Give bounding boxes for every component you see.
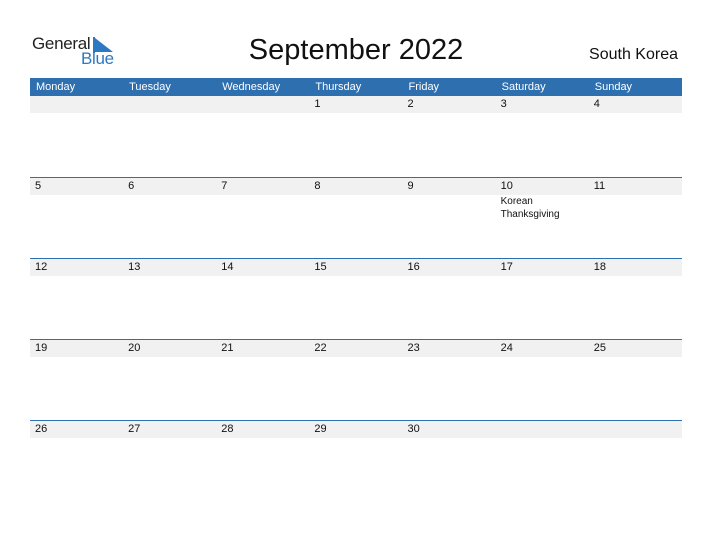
weekday-wednesday: Wednesday [222, 81, 281, 93]
date-strip: 5 6 7 8 9 10 11 [30, 178, 682, 195]
event-label: Korean Thanksgiving [500, 196, 560, 220]
event-label [216, 195, 309, 221]
date-cell: 12 [35, 261, 48, 273]
date-cell: 30 [407, 423, 420, 435]
date-cell: 10 [500, 180, 513, 192]
events-row: Korean Thanksgiving [30, 195, 682, 221]
date-cell: 23 [407, 342, 420, 354]
date-cell: 15 [314, 261, 327, 273]
date-cell: 9 [407, 180, 414, 192]
date-cell: 20 [128, 342, 141, 354]
date-cell: 27 [128, 423, 141, 435]
week-row: 12 13 14 15 16 17 18 [30, 258, 682, 339]
date-cell: 24 [500, 342, 513, 354]
weeks-container: 1 2 3 4 5 6 7 8 9 10 11 Korean Thanksgiving 12 13 14 15… [30, 96, 682, 501]
date-cell: 14 [221, 261, 234, 273]
date-cell [496, 421, 589, 438]
event-label [403, 195, 496, 221]
weekday-monday: Monday [36, 81, 76, 93]
date-cell: 22 [314, 342, 327, 354]
date-cell: 21 [221, 342, 234, 354]
date-cell: 25 [593, 342, 606, 354]
country-label: South Korea [589, 46, 678, 63]
event-label [589, 195, 682, 221]
date-cell: 29 [314, 423, 327, 435]
date-cell [30, 96, 123, 113]
weekday-friday: Friday [408, 81, 440, 93]
weekday-saturday: Saturday [501, 81, 546, 93]
date-cell: 7 [221, 180, 228, 192]
date-cell: 26 [35, 423, 48, 435]
weekday-tuesday: Tuesday [129, 81, 171, 93]
date-cell: 11 [593, 180, 606, 192]
week-row: 1 2 3 4 [30, 96, 682, 177]
date-strip: 26 27 28 29 30 [30, 421, 682, 438]
date-cell: 16 [407, 261, 420, 273]
date-strip: 1 2 3 4 [30, 96, 682, 113]
weekday-sunday: Sunday [594, 81, 633, 93]
weekday-header: Monday Tuesday Wednesday Thursday Friday… [30, 78, 682, 96]
date-cell: 2 [407, 98, 414, 110]
week-row: 5 6 7 8 9 10 11 Korean Thanksgiving [30, 177, 682, 258]
date-cell: 18 [593, 261, 606, 273]
date-strip: 12 13 14 15 16 17 18 [30, 259, 682, 276]
date-cell: 17 [500, 261, 513, 273]
date-cell [216, 96, 309, 113]
date-cell [123, 96, 216, 113]
event-label [309, 195, 402, 221]
date-cell: 8 [314, 180, 321, 192]
week-row: 19 20 21 22 23 24 25 [30, 339, 682, 420]
date-cell: 19 [35, 342, 48, 354]
weekday-thursday: Thursday [315, 81, 362, 93]
date-cell: 6 [128, 180, 135, 192]
event-label [30, 195, 123, 221]
date-cell: 3 [500, 98, 507, 110]
date-cell [589, 421, 682, 438]
date-cell: 28 [221, 423, 234, 435]
event-label [123, 195, 216, 221]
week-row: 26 27 28 29 30 [30, 420, 682, 501]
date-cell: 1 [314, 98, 321, 110]
date-cell: 5 [35, 180, 42, 192]
date-strip: 19 20 21 22 23 24 25 [30, 340, 682, 357]
date-cell: 4 [593, 98, 600, 110]
date-cell: 13 [128, 261, 141, 273]
calendar-grid: Monday Tuesday Wednesday Thursday Friday… [30, 78, 682, 501]
